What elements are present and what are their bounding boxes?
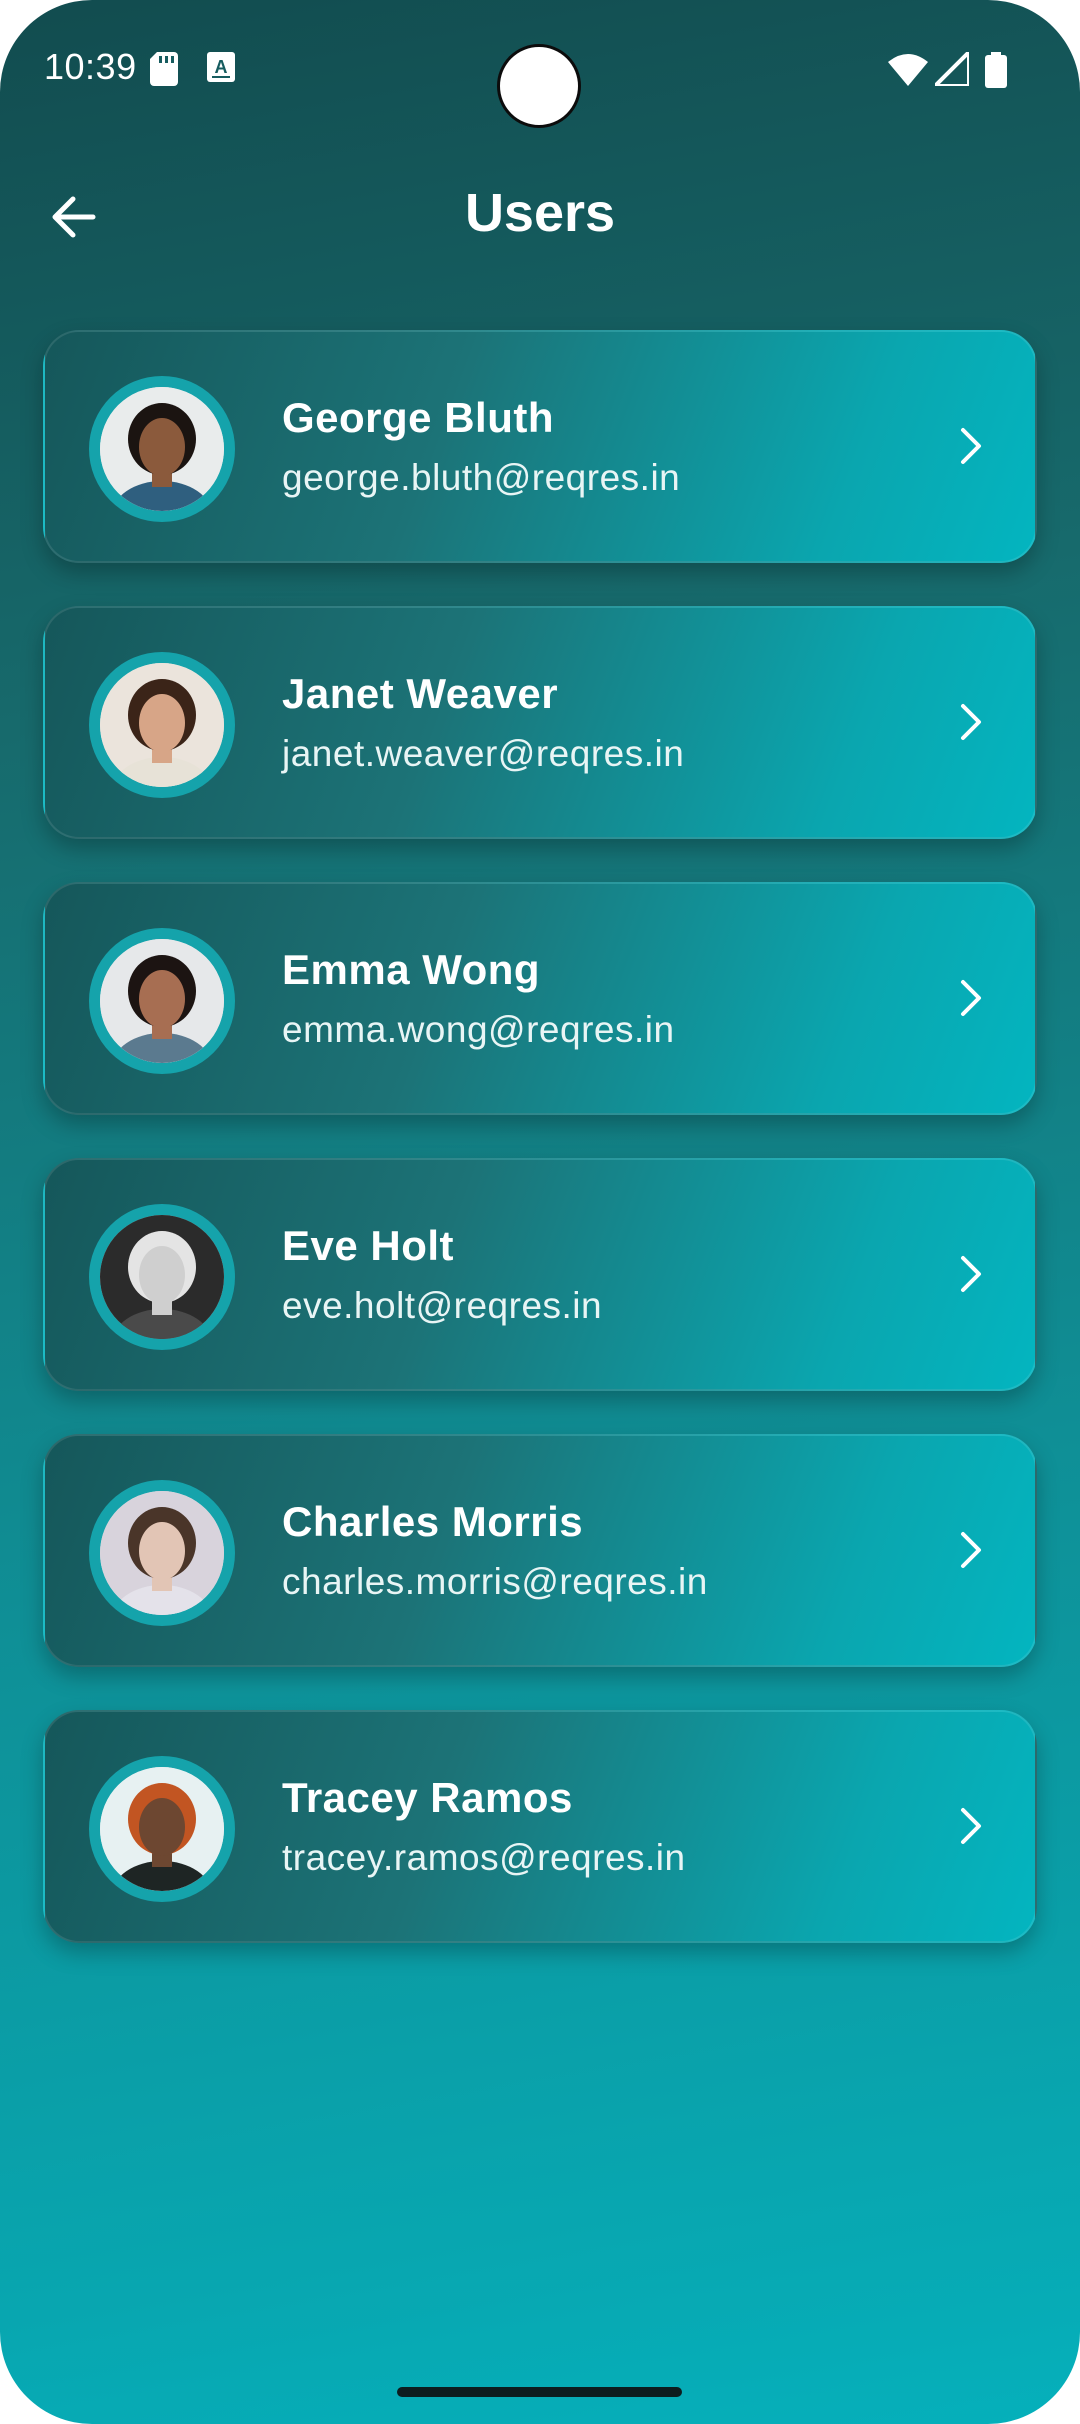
user-list: George Bluth george.bluth@reqres.in Jane…	[43, 330, 1037, 1986]
signal-icon	[935, 52, 969, 86]
chevron-right-icon	[961, 1808, 981, 1844]
avatar	[100, 939, 224, 1063]
user-card-tracey-ramos[interactable]: Tracey Ramos tracey.ramos@reqres.in	[43, 1710, 1037, 1943]
avatar-ring	[89, 376, 235, 522]
front-camera	[497, 44, 581, 128]
avatar-ring	[89, 1756, 235, 1902]
avatar-photo	[100, 1215, 224, 1339]
user-name: Eve Holt	[282, 1222, 455, 1269]
svg-text:A: A	[215, 57, 228, 77]
page-title: Users	[464, 183, 616, 243]
avatar-ring	[89, 928, 235, 1074]
user-email: eve.holt@reqres.in	[282, 1285, 603, 1326]
chevron-right-icon	[961, 1256, 981, 1292]
avatar-ring	[89, 652, 235, 798]
avatar-photo	[100, 939, 224, 1063]
avatar-ring	[89, 1480, 235, 1626]
avatar-photo	[100, 387, 224, 511]
avatar-photo	[100, 663, 224, 787]
wifi-icon	[888, 54, 928, 86]
battery-icon	[985, 52, 1007, 88]
chevron-right-icon	[961, 1532, 981, 1568]
user-card-george-bluth[interactable]: George Bluth george.bluth@reqres.in	[43, 330, 1037, 563]
user-card-janet-weaver[interactable]: Janet Weaver janet.weaver@reqres.in	[43, 606, 1037, 839]
phone-screen: 10:39 A Users George Bluth george.bluth@…	[0, 0, 1080, 2424]
avatar-photo	[100, 1767, 224, 1891]
app-bar: Users	[0, 170, 1080, 260]
user-email: charles.morris@reqres.in	[282, 1561, 708, 1602]
user-email: george.bluth@reqres.in	[282, 457, 681, 498]
user-card-charles-morris[interactable]: Charles Morris charles.morris@reqres.in	[43, 1434, 1037, 1667]
user-email: tracey.ramos@reqres.in	[282, 1837, 686, 1878]
avatar	[100, 1767, 224, 1891]
user-name: Charles Morris	[282, 1498, 584, 1545]
user-card-emma-wong[interactable]: Emma Wong emma.wong@reqres.in	[43, 882, 1037, 1115]
avatar-ring	[89, 1204, 235, 1350]
user-email: emma.wong@reqres.in	[282, 1009, 675, 1050]
status-time: 10:39	[44, 46, 137, 87]
avatar-photo	[100, 1491, 224, 1615]
home-indicator[interactable]	[397, 2387, 682, 2397]
user-email: janet.weaver@reqres.in	[282, 733, 685, 774]
avatar	[100, 1215, 224, 1339]
a-keyboard-icon: A	[207, 52, 235, 82]
chevron-right-icon	[961, 704, 981, 740]
chevron-right-icon	[961, 428, 981, 464]
chevron-right-icon	[961, 980, 981, 1016]
status-bar: 10:39 A	[0, 0, 1080, 140]
avatar	[100, 663, 224, 787]
sd-card-icon	[150, 52, 178, 86]
user-name: George Bluth	[282, 394, 555, 441]
avatar	[100, 387, 224, 511]
avatar	[100, 1491, 224, 1615]
user-name: Tracey Ramos	[282, 1774, 573, 1821]
user-name: Janet Weaver	[282, 670, 559, 717]
user-name: Emma Wong	[282, 946, 541, 993]
user-card-eve-holt[interactable]: Eve Holt eve.holt@reqres.in	[43, 1158, 1037, 1391]
